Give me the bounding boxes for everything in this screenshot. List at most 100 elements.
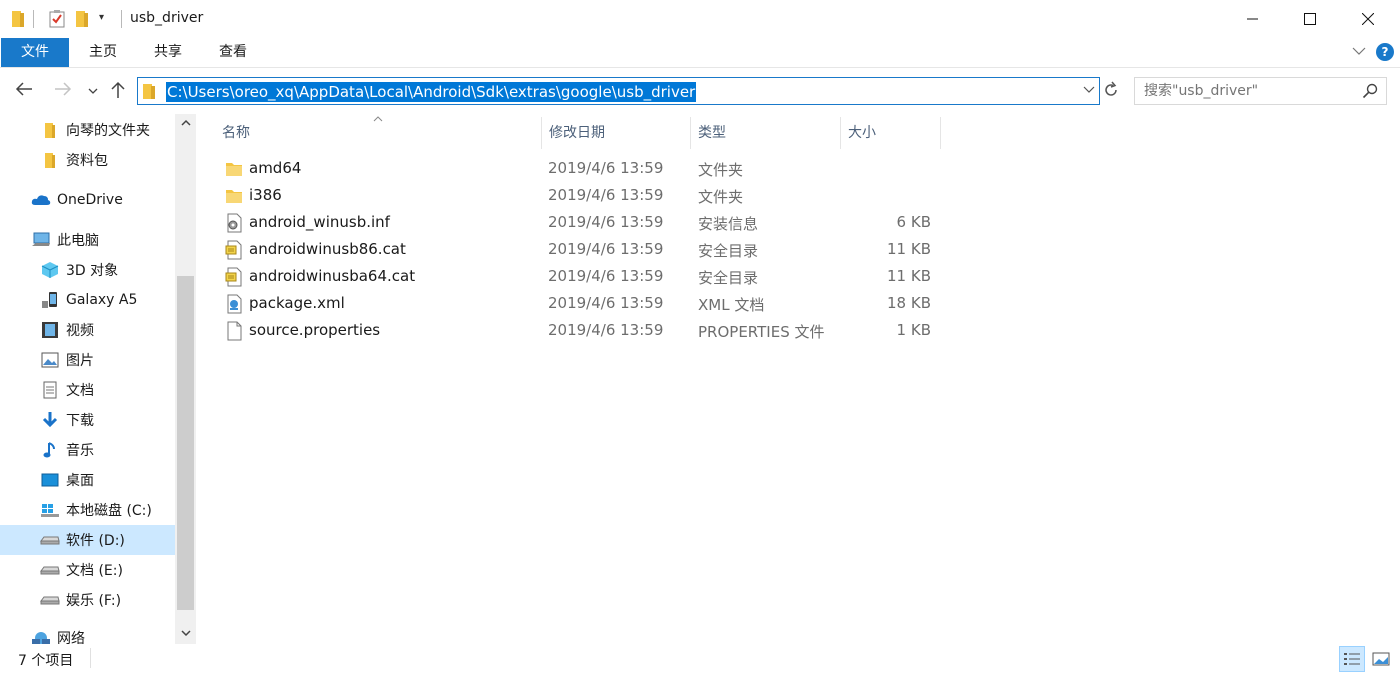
sidebar-item-drive-e[interactable]: 文档 (E:) bbox=[0, 555, 175, 585]
column-header-name[interactable]: 名称 bbox=[214, 117, 542, 149]
sidebar-item-label: 图片 bbox=[66, 353, 94, 369]
sidebar-item-label: 本地磁盘 (C:) bbox=[66, 503, 152, 519]
file-name: package.xml bbox=[249, 294, 345, 312]
pictures-icon bbox=[40, 351, 60, 369]
large-icons-view-button[interactable] bbox=[1368, 646, 1394, 672]
back-button[interactable] bbox=[15, 81, 33, 101]
file-date: 2019/4/6 13:59 bbox=[548, 186, 664, 204]
details-view-button[interactable] bbox=[1339, 646, 1365, 672]
sidebar-item-label: 娱乐 (F:) bbox=[66, 593, 122, 609]
scroll-thumb[interactable] bbox=[177, 276, 194, 610]
tab-view[interactable]: 查看 bbox=[204, 38, 262, 67]
file-size: 11 KB bbox=[887, 240, 931, 258]
expand-ribbon-icon[interactable] bbox=[1352, 44, 1366, 60]
file-row[interactable]: amd64 2019/4/6 13:59 文件夹 bbox=[218, 155, 948, 182]
sidebar-item-pictures[interactable]: 图片 bbox=[0, 345, 175, 375]
column-header-date[interactable]: 修改日期 bbox=[541, 117, 691, 149]
search-input[interactable] bbox=[1135, 78, 1355, 104]
refresh-button[interactable] bbox=[1102, 81, 1120, 103]
this-pc-icon bbox=[31, 231, 51, 249]
file-type: 安装信息 bbox=[698, 215, 759, 233]
sidebar-item-network[interactable]: 网络 bbox=[0, 623, 175, 644]
sidebar-item-label: 此电脑 bbox=[57, 233, 99, 249]
recent-locations-button[interactable] bbox=[88, 85, 98, 98]
file-row[interactable]: androidwinusba64.cat 2019/4/6 13:59 安全目录… bbox=[218, 263, 948, 290]
sidebar-item-folder[interactable]: 资料包 bbox=[0, 145, 175, 175]
new-folder-icon[interactable] bbox=[75, 10, 89, 32]
column-header-type[interactable]: 类型 bbox=[690, 117, 840, 149]
music-icon bbox=[40, 441, 60, 459]
scroll-up-button[interactable] bbox=[175, 114, 196, 134]
folder-icon bbox=[224, 186, 244, 206]
search-box[interactable] bbox=[1134, 77, 1387, 105]
sidebar-item-galaxy[interactable]: Galaxy A5 bbox=[0, 285, 175, 315]
windows-drive-icon bbox=[40, 501, 60, 519]
file-size: 1 KB bbox=[896, 321, 931, 339]
file-type: PROPERTIES 文件 bbox=[698, 323, 825, 341]
file-name: androidwinusba64.cat bbox=[249, 267, 416, 285]
file-name: androidwinusb86.cat bbox=[249, 240, 406, 258]
forward-button[interactable] bbox=[54, 81, 72, 101]
file-size: 11 KB bbox=[887, 267, 931, 285]
address-bar[interactable]: C:\Users\oreo_xq\AppData\Local\Android\S… bbox=[137, 77, 1100, 105]
properties-icon[interactable] bbox=[49, 10, 65, 32]
minimize-button[interactable] bbox=[1224, 0, 1282, 38]
sidebar-item-label: 向琴的文件夹 bbox=[66, 123, 150, 139]
sidebar-item-label: 软件 (D:) bbox=[66, 533, 125, 549]
file-type: 文件夹 bbox=[698, 161, 744, 179]
sidebar-item-this-pc[interactable]: 此电脑 bbox=[0, 225, 175, 255]
scroll-down-button[interactable] bbox=[175, 624, 196, 644]
column-divider[interactable] bbox=[940, 117, 941, 149]
title-bar: ▾ usb_driver bbox=[0, 0, 1400, 38]
file-row[interactable]: androidwinusb86.cat 2019/4/6 13:59 安全目录 … bbox=[218, 236, 948, 263]
sidebar-item-onedrive[interactable]: OneDrive bbox=[0, 185, 175, 215]
file-row[interactable]: i386 2019/4/6 13:59 文件夹 bbox=[218, 182, 948, 209]
file-type: XML 文档 bbox=[698, 296, 765, 314]
sidebar-item-folder[interactable]: 向琴的文件夹 bbox=[0, 115, 175, 145]
close-button[interactable] bbox=[1339, 0, 1397, 38]
sidebar-item-music[interactable]: 音乐 bbox=[0, 435, 175, 465]
sidebar-item-label: Galaxy A5 bbox=[66, 292, 138, 308]
address-path[interactable]: C:\Users\oreo_xq\AppData\Local\Android\S… bbox=[166, 82, 697, 102]
network-icon bbox=[31, 629, 51, 644]
customize-toolbar-icon[interactable]: ▾ bbox=[99, 12, 104, 23]
status-divider bbox=[90, 648, 91, 668]
sidebar-item-drive-d[interactable]: 软件 (D:) bbox=[0, 525, 175, 555]
security-catalog-icon bbox=[224, 240, 244, 260]
sidebar-scrollbar[interactable] bbox=[175, 114, 196, 644]
folder-icon bbox=[142, 83, 156, 104]
file-date: 2019/4/6 13:59 bbox=[548, 267, 664, 285]
sidebar-item-drive-c[interactable]: 本地磁盘 (C:) bbox=[0, 495, 175, 525]
file-row[interactable]: package.xml 2019/4/6 13:59 XML 文档 18 KB bbox=[218, 290, 948, 317]
column-header-size[interactable]: 大小 bbox=[840, 117, 940, 149]
file-row[interactable]: source.properties 2019/4/6 13:59 PROPERT… bbox=[218, 317, 948, 344]
tab-file[interactable]: 文件 bbox=[1, 38, 69, 67]
phone-icon bbox=[40, 291, 60, 309]
sidebar-item-videos[interactable]: 视频 bbox=[0, 315, 175, 345]
search-icon[interactable] bbox=[1362, 83, 1378, 103]
sidebar-item-drive-f[interactable]: 娱乐 (F:) bbox=[0, 585, 175, 615]
large-icons-view-icon bbox=[1372, 652, 1390, 666]
toolbar-divider bbox=[33, 10, 34, 28]
tab-share[interactable]: 共享 bbox=[139, 38, 197, 67]
sidebar-item-label: 视频 bbox=[66, 323, 94, 339]
file-name: android_winusb.inf bbox=[249, 213, 390, 231]
folder-icon[interactable] bbox=[11, 10, 25, 32]
documents-icon bbox=[40, 381, 60, 399]
navigation-pane: 向琴的文件夹 资料包 OneDrive 此电脑 3D 对象 Galaxy A5 … bbox=[0, 114, 196, 644]
sidebar-item-3d-objects[interactable]: 3D 对象 bbox=[0, 255, 175, 285]
file-list: 名称 修改日期 类型 大小 amd64 2019/4/6 13:59 文件夹 i… bbox=[196, 114, 1400, 644]
folder-icon bbox=[40, 151, 60, 169]
folder-icon bbox=[40, 121, 60, 139]
sidebar-item-label: OneDrive bbox=[57, 192, 123, 208]
up-button[interactable] bbox=[110, 81, 126, 103]
help-icon[interactable]: ? bbox=[1376, 43, 1394, 61]
sidebar-item-desktop[interactable]: 桌面 bbox=[0, 465, 175, 495]
maximize-button[interactable] bbox=[1281, 0, 1339, 38]
sidebar-item-downloads[interactable]: 下载 bbox=[0, 405, 175, 435]
address-dropdown-icon[interactable] bbox=[1083, 84, 1095, 97]
tab-home[interactable]: 主页 bbox=[74, 38, 132, 67]
drive-icon bbox=[40, 531, 60, 549]
file-row[interactable]: android_winusb.inf 2019/4/6 13:59 安装信息 6… bbox=[218, 209, 948, 236]
sidebar-item-documents[interactable]: 文档 bbox=[0, 375, 175, 405]
